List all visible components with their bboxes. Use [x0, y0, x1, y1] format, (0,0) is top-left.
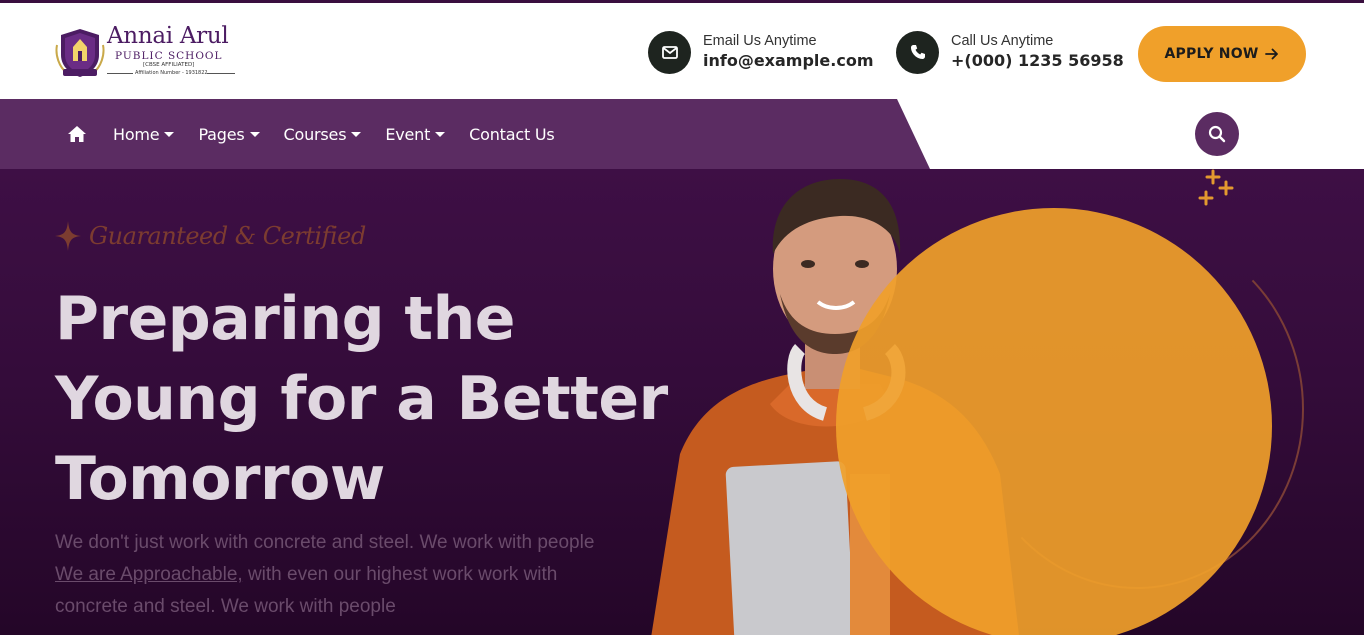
envelope-icon	[648, 30, 691, 74]
description-line: We are Approachable, with even our highe…	[55, 559, 655, 591]
home-icon[interactable]	[66, 123, 88, 145]
school-logo[interactable]: Annai Arul PUBLIC SCHOOL [CBSE AFFILIATE…	[55, 23, 240, 83]
nav-item-label: Pages	[198, 124, 245, 144]
arrow-right-icon	[1265, 48, 1279, 60]
logo-affiliation-label: [CBSE AFFILIATED]	[143, 62, 195, 68]
hero-section: Guaranteed & Certified Preparing the You…	[0, 169, 1364, 635]
logo-subtitle: PUBLIC SCHOOL	[115, 50, 223, 62]
headline-line: Young for a Better	[55, 364, 668, 434]
apply-now-button[interactable]: APPLY NOW	[1138, 26, 1306, 82]
search-button[interactable]	[1195, 112, 1239, 156]
email-label: Email Us Anytime	[703, 33, 817, 49]
approachable-link[interactable]: We are Approachable,	[55, 564, 243, 585]
hero-description: We don't just work with concrete and ste…	[55, 527, 655, 623]
caret-down-icon	[351, 131, 362, 137]
nav-item-event[interactable]: Event	[385, 124, 446, 144]
email-value[interactable]: info@example.com	[703, 50, 873, 72]
logo-name: Annai Arul	[107, 23, 229, 49]
contact-phone[interactable]: Call Us Anytime +(000) 1235 56958	[896, 26, 1124, 78]
description-text: with even our highest work work with	[242, 564, 558, 585]
caret-down-icon	[164, 131, 175, 137]
sparkle-plus-icon	[1198, 169, 1234, 206]
sparkle-star-icon	[55, 221, 81, 251]
nav-item-courses[interactable]: Courses	[284, 125, 362, 144]
phone-value[interactable]: +(000) 1235 56958	[951, 50, 1124, 72]
hero-tagline: Guaranteed & Certified	[55, 221, 366, 251]
caret-down-icon	[435, 131, 446, 137]
caret-down-icon	[249, 131, 260, 137]
headline-line: Preparing the	[55, 284, 516, 354]
phone-icon	[896, 30, 939, 74]
nav-item-contact-us[interactable]: Contact Us	[469, 124, 555, 144]
logo-divider-left	[107, 73, 133, 74]
nav-item-label: Home	[113, 124, 160, 144]
nav-item-home[interactable]: Home	[113, 124, 175, 144]
description-line: concrete and steel. We work with people	[55, 596, 396, 617]
main-nav: Home Pages Courses Event Contact Us	[66, 99, 579, 169]
nav-item-label: Courses	[283, 124, 347, 144]
nav-item-pages[interactable]: Pages	[198, 124, 260, 144]
logo-affiliation-number: Affiliation Number - 1931822	[135, 70, 208, 76]
nav-item-label: Event	[385, 124, 431, 144]
apply-now-label: APPLY NOW	[1164, 46, 1259, 62]
school-crest-icon	[55, 29, 105, 77]
hero-headline: Preparing the Young for a Better Tomorro…	[55, 279, 695, 519]
logo-divider-right	[207, 73, 235, 74]
contact-email[interactable]: Email Us Anytime info@example.com	[648, 26, 873, 78]
search-icon	[1208, 125, 1226, 143]
description-line: We don't just work with concrete and ste…	[55, 532, 595, 553]
tagline-text: Guaranteed & Certified	[89, 222, 366, 250]
site-header: Annai Arul PUBLIC SCHOOL [CBSE AFFILIATE…	[0, 3, 1364, 99]
phone-label: Call Us Anytime	[951, 33, 1054, 49]
headline-line: Tomorrow	[55, 444, 385, 514]
orange-circle-decoration	[836, 208, 1272, 635]
nav-item-label: Contact Us	[469, 124, 555, 144]
